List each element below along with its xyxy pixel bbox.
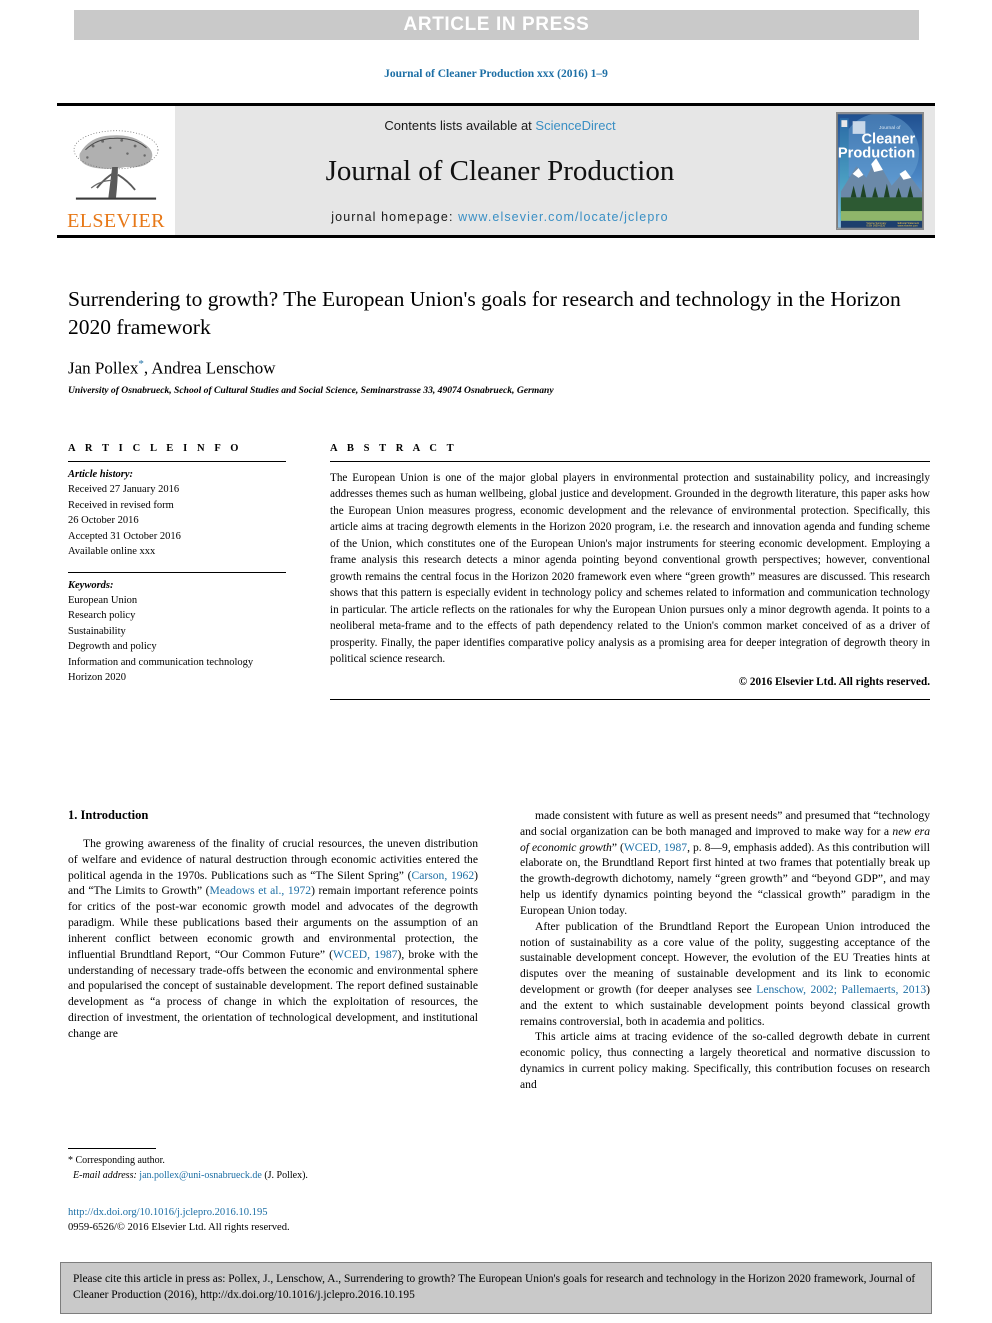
history-item: Received 27 January 2016 [68,484,180,496]
svg-text:www.elsevier.com: www.elsevier.com [898,224,918,227]
citation-link[interactable]: WCED, 1987 [333,948,397,961]
page-title: Surrendering to growth? The European Uni… [68,287,901,340]
keyword-item: Horizon 2020 [68,672,127,684]
masthead-center: Contents lists available at ScienceDirec… [175,106,825,235]
article-info-heading: A R T I C L E I N F O [68,443,243,454]
paragraph: made consistent with future as well as p… [520,809,930,917]
abstract-rule-bottom [330,699,930,701]
journal-runhead: Journal of Cleaner Production xxx (2016)… [384,68,608,80]
journal-homepage-line: journal homepage: www.elsevier.com/locat… [331,210,668,224]
paragraph: The growing awareness of the finality of… [68,837,478,1040]
keyword-item: Sustainability [68,625,126,637]
history-item: 26 October 2016 [68,515,139,527]
abstract-text: The European Union is one of the major g… [330,472,930,665]
citation-instruction-box: Please cite this article in press as: Po… [60,1262,932,1314]
author-secondary: , Andrea Lenschow [143,358,276,378]
svg-text:Production: Production [838,145,915,161]
info-abstract-region: A R T I C L E I N F O Article history: R… [68,443,930,701]
email-owner: (J. Pollex). [264,1169,308,1181]
abstract-heading: A B S T R A C T [330,443,458,454]
paragraph: After publication of the Brundtland Repo… [520,919,930,1028]
abstract-column: A B S T R A C T The European Union is on… [306,443,930,701]
footnote-divider [68,1148,156,1149]
elsevier-wordmark: ELSEVIER [67,210,165,232]
publisher-logo: ELSEVIER [57,106,175,235]
article-history-label: Article history: [68,469,134,480]
keyword-item: European Union [68,594,138,606]
email-link[interactable]: jan.pollex@uni-osnabrueck.de [139,1170,262,1181]
corresponding-author-footnote: * Corresponding author. E-mail address: … [68,1148,478,1183]
title-block: Surrendering to growth? The European Uni… [68,285,928,396]
author-primary: Jan Pollex [68,358,139,378]
keyword-item: Information and communication technology [68,656,254,668]
svg-text:Journal of: Journal of [879,124,901,130]
body-column-right: made consistent with future as well as p… [520,808,930,1093]
citation-link[interactable]: Meadows et al., 1972 [210,884,312,897]
homepage-prefix: journal homepage: [331,210,459,224]
keywords-block: Keywords: European Union Research policy… [68,573,286,686]
journal-masthead: ELSEVIER Contents lists available at Sci… [57,103,935,238]
svg-text:ISSN 0959-6526: ISSN 0959-6526 [866,224,885,227]
citation-instruction-text: Please cite this article in press as: Po… [73,1273,916,1301]
article-history-block: Article history: Received 27 January 201… [68,462,286,560]
author-affiliation: University of Osnabrueck, School of Cult… [68,385,554,397]
elsevier-tree-icon [73,130,159,200]
article-in-press-label: ARTICLE IN PRESS [403,14,590,35]
body-columns: 1. Introduction The growing awareness of… [68,808,930,1093]
history-item: Accepted 31 October 2016 [68,530,181,542]
journal-homepage-link[interactable]: www.elsevier.com/locate/jclepro [458,210,669,224]
article-info-column: A R T I C L E I N F O Article history: R… [68,443,306,700]
citation-link[interactable]: Carson, 1962 [412,869,475,882]
issn-copyright-line: 0959-6526/© 2016 Elsevier Ltd. All right… [68,1222,290,1234]
email-label: E-mail address: [73,1169,137,1181]
author-list: Jan Pollex*, Andrea Lenschow [68,358,928,379]
section-heading-introduction: 1. Introduction [68,808,149,822]
emphasis-text: new era of economic growth [520,824,930,854]
article-in-press-banner: ARTICLE IN PRESS [74,10,919,40]
citation-link[interactable]: WCED, 1987 [624,841,687,854]
body-column-left: 1. Introduction The growing awareness of… [68,808,478,1093]
journal-cover-container: Journal of Cleaner Production Volume Sum… [825,106,935,235]
doi-block: http://dx.doi.org/10.1016/j.jclepro.2016… [68,1205,498,1235]
corresponding-author-note: * Corresponding author. [68,1155,165,1166]
keyword-item: Research policy [68,610,136,622]
history-item: Available online xxx [68,546,156,558]
contents-available-line: Contents lists available at ScienceDirec… [384,118,615,133]
doi-link[interactable]: http://dx.doi.org/10.1016/j.jclepro.2016… [68,1205,498,1220]
keyword-item: Degrowth and policy [68,641,157,653]
email-note: E-mail address: jan.pollex@uni-osnabruec… [68,1169,478,1184]
journal-title: Journal of Cleaner Production [325,155,675,187]
abstract-copyright: © 2016 Elsevier Ltd. All rights reserved… [738,676,930,689]
citation-link[interactable]: Lenschow, 2002; Pallemaerts, 2013 [756,983,926,996]
journal-cover-image: Journal of Cleaner Production Volume Sum… [836,111,924,230]
sciencedirect-link[interactable]: ScienceDirect [535,118,615,133]
paragraph: This article aims at tracing evidence of… [520,1030,930,1091]
contents-prefix: Contents lists available at [384,118,536,133]
history-item: Received in revised form [68,499,174,511]
keywords-label: Keywords: [68,579,114,591]
